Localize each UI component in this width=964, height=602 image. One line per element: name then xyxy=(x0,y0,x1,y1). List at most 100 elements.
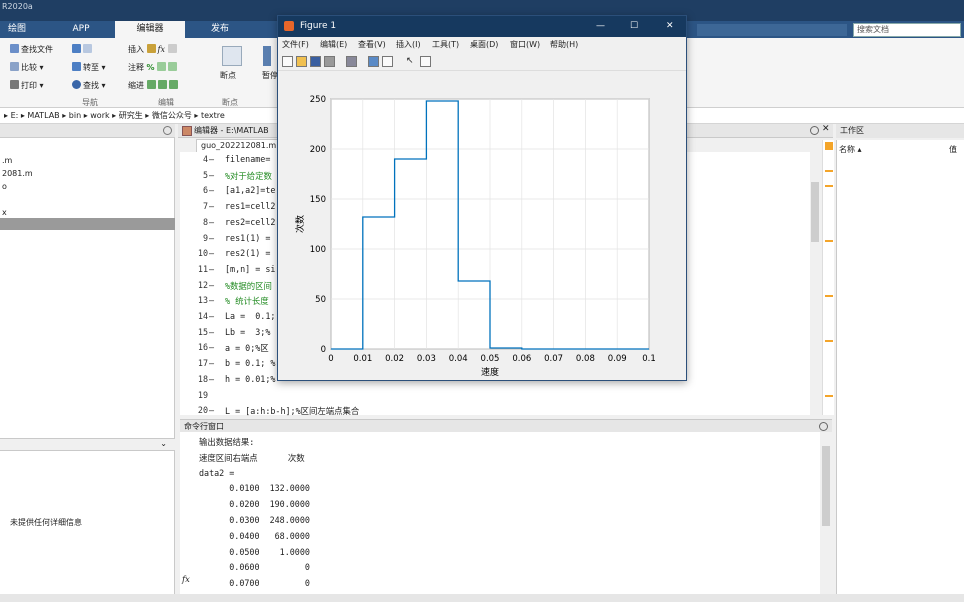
command-scrollbar[interactable] xyxy=(820,432,832,594)
chevron-down-icon[interactable]: ⌄ xyxy=(160,439,167,448)
link-icon[interactable] xyxy=(346,56,357,67)
maximize-button[interactable]: ☐ xyxy=(630,16,638,37)
scroll-thumb[interactable] xyxy=(822,446,830,526)
goto-button[interactable]: 转至 ▾ xyxy=(72,62,106,73)
tab-publish[interactable]: 发布 xyxy=(195,21,245,38)
find-files-button[interactable]: 查找文件 xyxy=(10,44,53,55)
command-window[interactable]: 输出数据结果: 速度区间右端点 次数 data2 = 0.0100 132.0000… xyxy=(180,432,820,594)
menu-window[interactable]: 窗口(W) xyxy=(510,37,540,53)
code-line[interactable]: % 统计长度 xyxy=(225,295,269,307)
warning-marker[interactable] xyxy=(825,395,833,397)
pointer-icon[interactable]: ↖ xyxy=(406,56,417,67)
breakpoint-icon[interactable] xyxy=(222,46,242,66)
code-line[interactable]: L = [a:h:b-h];%区间左端点集合 xyxy=(225,405,359,417)
legend-icon[interactable] xyxy=(382,56,393,67)
menu-edit[interactable]: 编辑(E) xyxy=(320,37,347,53)
code-line[interactable]: filename= xyxy=(225,154,270,164)
breakpoint-dash[interactable]: — xyxy=(209,201,214,211)
warning-indicator[interactable] xyxy=(825,142,833,150)
breadcrumb-bin[interactable]: bin xyxy=(69,111,81,120)
breakpoint-dash[interactable]: — xyxy=(209,185,214,195)
code-line[interactable]: b = 0.1; % xyxy=(225,358,275,368)
close-icon[interactable]: ✕ xyxy=(822,124,830,134)
close-button[interactable]: ✕ xyxy=(666,16,674,37)
breakpoint-dash[interactable]: — xyxy=(209,248,214,258)
breakpoint-dash[interactable]: — xyxy=(209,295,214,305)
code-line[interactable]: h = 0.01;% xyxy=(225,374,275,384)
property-editor-icon[interactable] xyxy=(420,56,431,67)
details-header[interactable]: ⌄ xyxy=(0,438,175,451)
editor-menu-icon[interactable] xyxy=(810,126,819,135)
stairs-chart[interactable]: 0 0.01 0.02 0.03 0.04 0.05 0.06 0.07 0.08 0.09 0.1… xyxy=(278,72,686,380)
code-line[interactable]: res2=cell2 xyxy=(225,217,275,227)
breakpoint-label[interactable]: 断点 xyxy=(220,70,236,81)
code-line[interactable]: Lb = 3;% xyxy=(225,327,270,337)
ws-col-value[interactable]: 值 xyxy=(949,144,957,155)
scroll-thumb[interactable] xyxy=(811,182,819,242)
menu-file[interactable]: 文件(F) xyxy=(282,37,309,53)
warning-marker[interactable] xyxy=(825,240,833,242)
breakpoint-dash[interactable]: — xyxy=(209,405,214,415)
file-item[interactable]: o xyxy=(2,182,7,191)
ws-col-name[interactable]: 名称 ▴ xyxy=(839,144,862,155)
indent-button[interactable]: 缩进 xyxy=(128,80,180,91)
fx-prompt-icon[interactable]: fx xyxy=(182,574,190,584)
menu-view[interactable]: 查看(V) xyxy=(358,37,386,53)
print-button[interactable]: 打印 ▾ xyxy=(10,80,44,91)
file-item[interactable]: 2081.m xyxy=(2,169,33,178)
cmd-menu-icon[interactable] xyxy=(819,422,828,431)
figure-window[interactable]: Figure 1 — ☐ ✕ 文件(F) 编辑(E) 查看(V) 插入(I) 工… xyxy=(277,15,687,381)
open-icon[interactable] xyxy=(296,56,307,67)
code-line[interactable]: res2(1) = xyxy=(225,248,275,258)
code-line[interactable]: res1=cell2 xyxy=(225,201,275,211)
breakpoint-dash[interactable]: — xyxy=(209,280,214,290)
breakpoint-dash[interactable]: — xyxy=(209,233,214,243)
breakpoint-dash[interactable]: — xyxy=(209,264,214,274)
editor-scrollbar[interactable] xyxy=(810,152,820,415)
warning-marker[interactable] xyxy=(825,340,833,342)
compare-button[interactable]: 比较 ▾ xyxy=(10,62,44,73)
tab-apps[interactable]: APP xyxy=(60,21,102,38)
search-docs-input[interactable]: 搜索文档 xyxy=(853,23,961,37)
menu-help[interactable]: 帮助(H) xyxy=(550,37,578,53)
new-figure-icon[interactable] xyxy=(282,56,293,67)
code-line[interactable]: res1(1) = xyxy=(225,233,275,243)
colorbar-icon[interactable] xyxy=(368,56,379,67)
tab-plots[interactable]: 绘图 xyxy=(0,21,34,38)
breadcrumb-work[interactable]: work xyxy=(90,111,109,120)
breakpoint-dash[interactable]: — xyxy=(209,374,214,384)
minimize-button[interactable]: — xyxy=(596,16,605,37)
menu-insert[interactable]: 插入(I) xyxy=(396,37,421,53)
panel-menu-icon[interactable] xyxy=(163,126,172,135)
find-button[interactable]: 查找 ▾ xyxy=(72,80,106,91)
warning-marker[interactable] xyxy=(825,170,833,172)
code-line[interactable]: [a1,a2]=te xyxy=(225,185,275,195)
save-icon[interactable] xyxy=(310,56,321,67)
breadcrumb-grad[interactable]: 研究生 xyxy=(119,111,143,120)
code-line[interactable]: a = 0;%区 xyxy=(225,342,269,354)
insert-button[interactable]: 插入 fx xyxy=(128,44,179,55)
menu-desktop[interactable]: 桌面(D) xyxy=(470,37,498,53)
breadcrumb-drive[interactable]: E: xyxy=(11,111,19,120)
breakpoint-dash[interactable]: — xyxy=(209,170,214,180)
selected-file-row[interactable] xyxy=(0,218,175,230)
breakpoint-dash[interactable]: — xyxy=(209,327,214,337)
breakpoint-dash[interactable]: — xyxy=(209,154,214,164)
pause-icon[interactable] xyxy=(263,46,271,66)
editor-file-tab[interactable]: guo_202212081.m xyxy=(196,139,288,152)
code-line[interactable]: %对于给定数 xyxy=(225,170,272,182)
file-item[interactable]: .m xyxy=(2,156,12,165)
breakpoint-dash[interactable]: — xyxy=(209,311,214,321)
warning-marker[interactable] xyxy=(825,185,833,187)
comment-button[interactable]: 注释 % xyxy=(128,62,179,73)
breadcrumb-matlab[interactable]: MATLAB xyxy=(27,111,59,120)
warning-marker[interactable] xyxy=(825,295,833,297)
quick-access-toolbar[interactable] xyxy=(697,24,847,36)
breakpoint-dash[interactable]: — xyxy=(209,217,214,227)
tab-editor[interactable]: 编辑器 xyxy=(115,21,185,38)
menu-tools[interactable]: 工具(T) xyxy=(432,37,459,53)
back-forward-buttons[interactable] xyxy=(72,44,94,54)
breakpoint-dash[interactable]: — xyxy=(209,358,214,368)
file-item[interactable]: x xyxy=(2,208,7,217)
figure-title-bar[interactable]: Figure 1 — ☐ ✕ xyxy=(278,16,686,37)
